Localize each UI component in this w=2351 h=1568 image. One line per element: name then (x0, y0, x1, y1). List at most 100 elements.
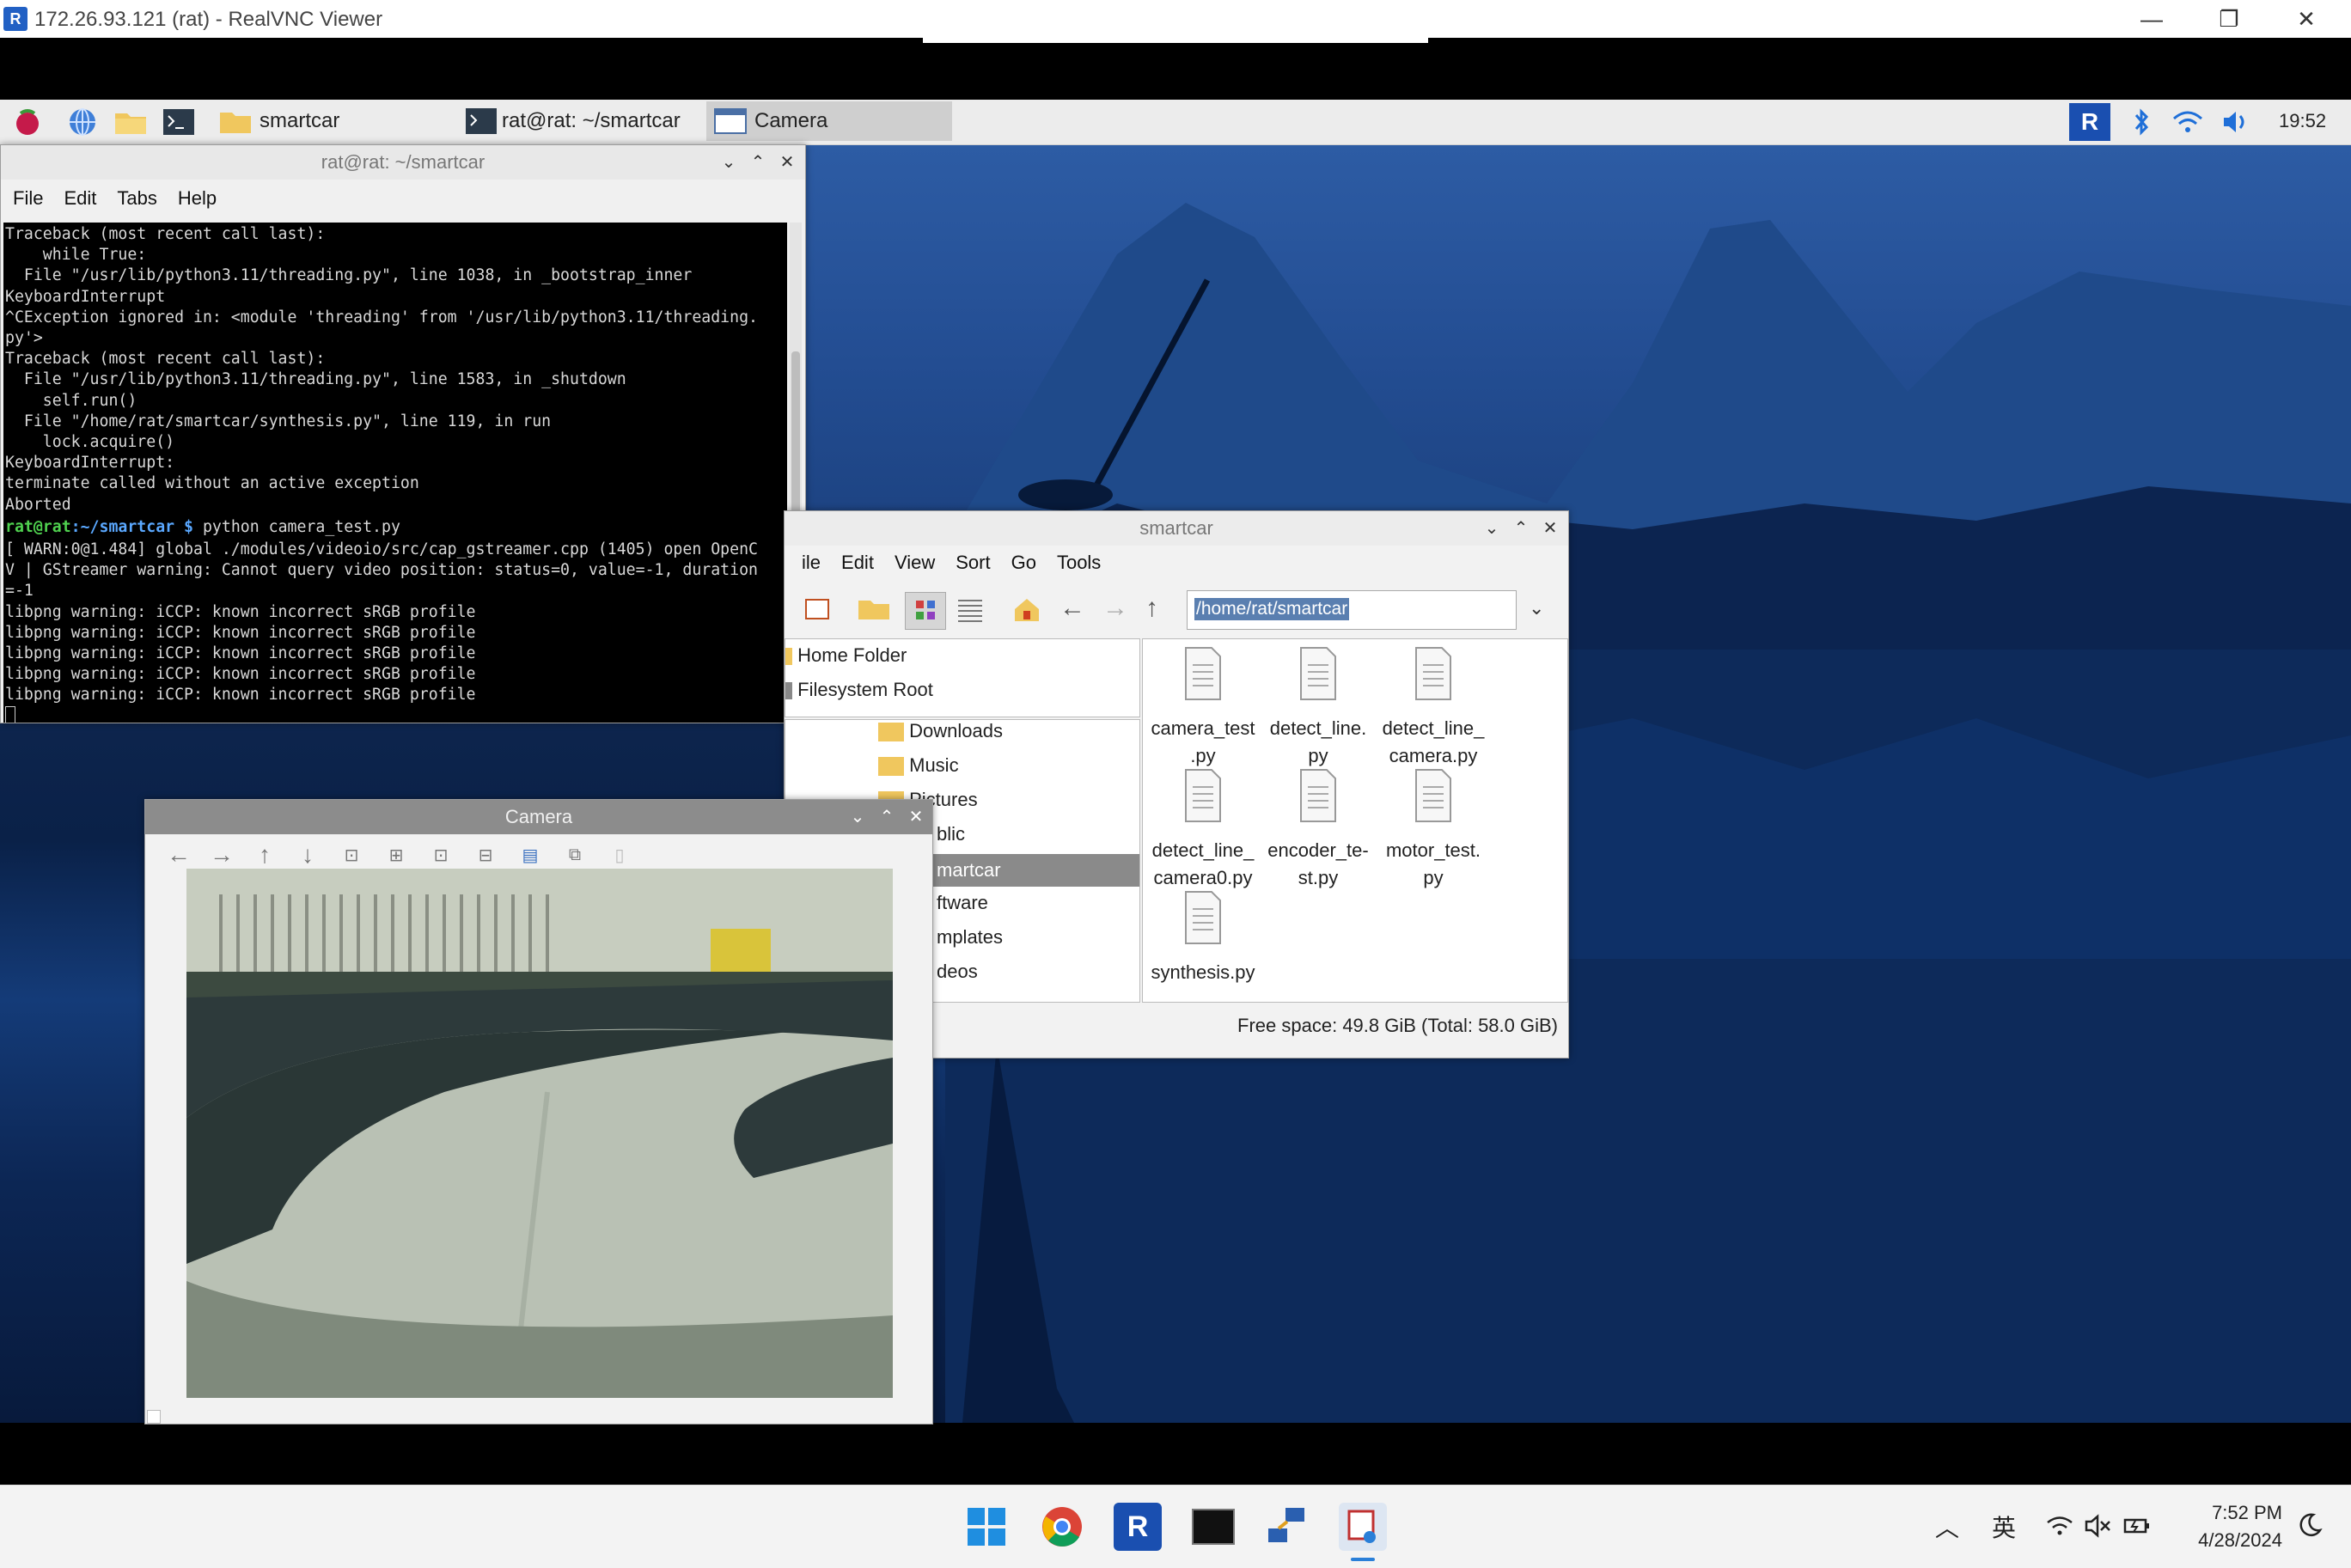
wifi-icon[interactable] (2171, 107, 2205, 137)
menu-sort[interactable]: Sort (956, 552, 990, 574)
file-manager-menubar: ile Edit View Sort Go Tools (802, 547, 1568, 578)
bluetooth-icon[interactable] (2124, 107, 2159, 137)
text-file-icon (1415, 769, 1451, 822)
terminal-line: libpng warning: iCCP: known incorrect sR… (5, 686, 476, 705)
file-name-line1: motor_test. (1385, 839, 1481, 861)
terminal-app-icon[interactable] (1189, 1503, 1237, 1551)
close-button[interactable]: ✕ (1536, 511, 1565, 546)
tree-item-templates[interactable]: mplates (937, 926, 1003, 949)
terminal-lines-before: Traceback (most recent call last): while… (3, 223, 787, 516)
places-item-home[interactable]: Home Folder (785, 644, 907, 667)
vnc-title-bar: R 172.26.93.121 (rat) - RealVNC Viewer —… (0, 0, 2351, 38)
taskbar-item-smartcar[interactable]: smartcar (217, 101, 447, 141)
close-button[interactable]: ✕ (2289, 3, 2324, 34)
camera-frame (186, 869, 893, 1398)
minimize-button[interactable]: — (2134, 3, 2169, 34)
wifi-status-icon[interactable] (2045, 1513, 2074, 1539)
file-item[interactable]: detect_line_ camera0.py (1143, 768, 1263, 888)
minimize-button[interactable]: ⌄ (843, 800, 872, 834)
file-item[interactable]: motor_test. py (1373, 768, 1493, 888)
raspberry-menu-icon[interactable] (10, 107, 45, 137)
pan-right-icon[interactable]: → (200, 841, 243, 869)
file-item[interactable]: camera_test .py (1143, 646, 1263, 766)
menu-edit[interactable]: Edit (64, 187, 96, 210)
camera-feed[interactable] (186, 869, 893, 1398)
tree-item-videos[interactable]: deos (937, 961, 978, 983)
realvnc-tray-icon[interactable]: R (2069, 103, 2110, 141)
maximize-button[interactable]: ⌃ (872, 800, 901, 834)
volume-icon[interactable] (2219, 107, 2253, 137)
pan-down-icon[interactable]: ↓ (286, 841, 329, 869)
battery-charging-icon[interactable] (2122, 1513, 2152, 1539)
taskbar-item-terminal[interactable]: rat@rat: ~/smartcar (462, 101, 703, 141)
close-button[interactable]: ✕ (901, 800, 931, 834)
menu-view[interactable]: View (895, 552, 935, 574)
file-name-line1: detect_line_ (1151, 839, 1255, 861)
tree-item-public[interactable]: blic (937, 823, 965, 845)
menu-file[interactable]: File (13, 187, 43, 210)
chrome-icon[interactable] (1038, 1503, 1086, 1551)
system-clock[interactable]: 7:52 PM 4/28/2024 (2171, 1499, 2282, 1554)
tree-item-downloads[interactable]: Downloads (878, 720, 1003, 742)
menu-tabs[interactable]: Tabs (117, 187, 156, 210)
file-item[interactable]: encoder_te-st.py (1258, 768, 1378, 888)
zoom-reset-icon[interactable]: ⊟ (463, 845, 508, 866)
copy-image-icon[interactable]: ⧉ (553, 845, 597, 865)
terminal-line: =-1 (5, 582, 34, 601)
back-arrow-icon[interactable]: ← (1059, 594, 1085, 623)
zoom-out-icon[interactable]: ⊡ (418, 845, 463, 866)
notification-moon-icon[interactable] (2296, 1511, 2324, 1539)
terminal-output[interactable]: Traceback (most recent call last): while… (3, 223, 787, 723)
maximize-button[interactable]: ⌃ (743, 145, 772, 180)
show-hidden-icons-chevron-icon[interactable]: ︿ (1935, 1510, 1959, 1544)
new-window-icon[interactable] (803, 595, 831, 623)
new-folder-icon[interactable] (857, 595, 891, 623)
web-browser-icon[interactable] (65, 107, 100, 137)
file-item[interactable]: detect_line. py (1258, 646, 1378, 766)
snipping-tool-button[interactable] (1339, 1503, 1387, 1551)
taskbar-item-camera[interactable]: Camera (706, 101, 952, 141)
resize-grip[interactable] (147, 1410, 161, 1424)
terminal-icon[interactable] (162, 107, 196, 137)
zoom-in-icon[interactable]: ⊡ (329, 845, 374, 866)
properties-icon[interactable]: ▯ (597, 845, 642, 866)
menu-help[interactable]: Help (178, 187, 217, 210)
menu-go[interactable]: Go (1011, 552, 1036, 574)
close-button[interactable]: ✕ (772, 145, 802, 180)
pan-up-icon[interactable]: ↑ (243, 841, 286, 869)
zoom-fit-icon[interactable]: ⊞ (374, 845, 418, 866)
menu-file[interactable]: ile (802, 552, 821, 574)
places-pane: Home Folder Filesystem Root (785, 638, 1140, 717)
tree-item-music[interactable]: Music (878, 754, 959, 777)
restore-button[interactable]: ❐ (2212, 3, 2246, 34)
file-item[interactable]: detect_line_ camera.py (1373, 646, 1493, 766)
minimize-button[interactable]: ⌄ (1477, 511, 1506, 546)
windows-start-icon[interactable] (962, 1503, 1011, 1551)
menu-tools[interactable]: Tools (1057, 552, 1101, 574)
terminal-line: Aborted (5, 495, 71, 514)
terminal-line: terminate called without an active excep… (5, 474, 419, 493)
up-arrow-icon[interactable]: ↑ (1145, 594, 1158, 623)
path-input[interactable]: /home/rat/smartcar (1194, 598, 1350, 620)
forward-arrow-icon[interactable]: → (1102, 594, 1128, 623)
vnc-toolbar-handle[interactable] (923, 38, 1428, 43)
ime-indicator[interactable]: 英 (1992, 1510, 2016, 1544)
network-app-icon[interactable] (1263, 1503, 1311, 1551)
file-item[interactable]: synthesis.py (1143, 890, 1263, 1010)
minimize-button[interactable]: ⌄ (714, 145, 743, 180)
file-manager-icon[interactable] (113, 107, 148, 137)
places-item-filesystem-root[interactable]: Filesystem Root (785, 679, 933, 701)
path-bar[interactable]: /home/rat/smartcar (1187, 590, 1517, 630)
path-dropdown-chevron-icon[interactable]: ⌄ (1529, 597, 1544, 619)
tree-item-software[interactable]: ftware (937, 892, 988, 914)
maximize-button[interactable]: ⌃ (1506, 511, 1536, 546)
list-view-icon[interactable] (955, 595, 986, 625)
menu-edit[interactable]: Edit (841, 552, 874, 574)
snipping-tool-icon (1347, 1510, 1376, 1543)
volume-muted-icon[interactable] (2083, 1513, 2112, 1539)
pan-left-icon[interactable]: ← (157, 841, 200, 869)
icon-view-button[interactable] (905, 592, 946, 630)
home-icon[interactable] (1011, 595, 1042, 625)
save-image-icon[interactable]: ▤ (508, 845, 553, 866)
realvnc-taskbar-icon[interactable]: R (1114, 1503, 1162, 1551)
